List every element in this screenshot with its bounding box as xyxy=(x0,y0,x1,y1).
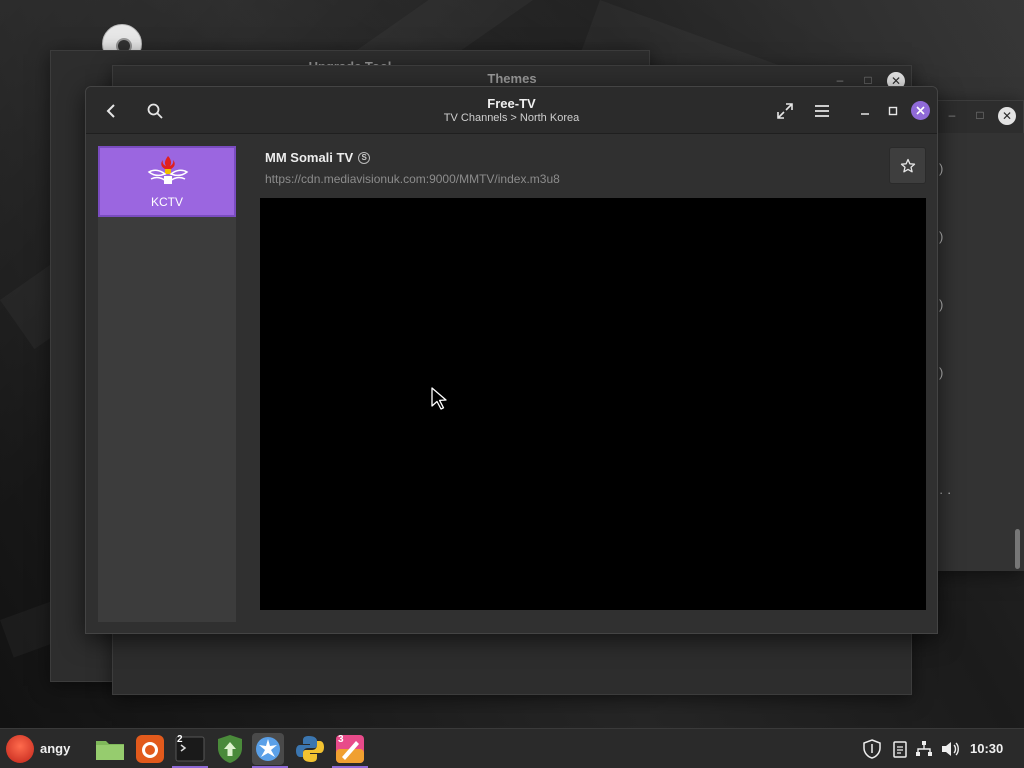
right-window-maximize-button[interactable]: □ xyxy=(973,108,987,122)
volume-tray-icon[interactable] xyxy=(940,739,960,759)
mouse-pointer-icon xyxy=(431,387,447,410)
update-manager-button[interactable] xyxy=(214,733,246,765)
kctv-logo-icon xyxy=(147,156,189,184)
free-tv-icon xyxy=(256,737,280,761)
user-name[interactable]: angy xyxy=(40,741,70,756)
shield-tray-icon[interactable] xyxy=(862,739,882,759)
firefox-app-button[interactable] xyxy=(134,733,166,765)
right-window-close-button[interactable]: ✕ xyxy=(998,107,1016,125)
folder-icon xyxy=(96,741,124,760)
hamburger-menu-icon xyxy=(815,105,829,117)
right-window-row-chevron[interactable]: ) xyxy=(939,229,943,244)
themes-minimize-button[interactable]: – xyxy=(833,73,847,87)
right-window-minimize-button[interactable]: – xyxy=(945,108,959,122)
favorite-button[interactable] xyxy=(889,147,926,184)
channel-title: MM Somali TV S xyxy=(265,150,371,165)
close-icon xyxy=(916,106,925,115)
free-tv-window: Free-TV TV Channels > North Korea KCTV M… xyxy=(85,86,938,634)
right-window-scrollbar[interactable] xyxy=(1015,529,1020,569)
right-background-window[interactable]: – □ ✕ ) ) ) ) · · xyxy=(930,100,1024,571)
free-tv-app-button[interactable] xyxy=(252,733,284,765)
right-window-row-chevron[interactable]: ) xyxy=(939,161,943,176)
clock[interactable]: 10:30 xyxy=(970,741,1003,756)
network-tray-icon[interactable] xyxy=(914,739,934,759)
taskbar: angy 2 3 10:30 xyxy=(0,728,1024,768)
star-icon xyxy=(900,158,915,172)
clipboard-tray-icon[interactable] xyxy=(890,739,910,759)
paint-app-button[interactable]: 3 xyxy=(334,733,366,765)
channel-url: https://cdn.mediavisionuk.com:9000/MMTV/… xyxy=(265,172,560,186)
channel-tile-label: KCTV xyxy=(150,195,183,209)
user-avatar[interactable] xyxy=(6,735,34,763)
firefox-icon xyxy=(136,735,164,763)
python-icon xyxy=(296,736,324,762)
header-bar: Free-TV TV Channels > North Korea xyxy=(86,87,937,134)
right-window-row-chevron[interactable]: ) xyxy=(939,365,943,380)
expand-icon xyxy=(777,103,793,119)
channel-tile-kctv[interactable]: KCTV xyxy=(98,146,236,217)
minimize-icon xyxy=(861,113,869,115)
channel-list: KCTV xyxy=(98,146,236,622)
minimize-button[interactable] xyxy=(852,98,878,124)
files-app-button[interactable] xyxy=(94,733,126,765)
close-button[interactable] xyxy=(911,101,930,120)
maximize-button[interactable] xyxy=(880,98,906,124)
paint-window-count: 3 xyxy=(338,734,344,745)
channel-name: MM Somali TV xyxy=(265,150,354,165)
terminal-window-count: 2 xyxy=(177,734,183,745)
main-menu-button[interactable] xyxy=(809,98,835,124)
python-app-button[interactable] xyxy=(294,733,326,765)
shield-update-icon xyxy=(218,735,242,763)
right-window-row-chevron[interactable]: ) xyxy=(939,297,943,312)
themes-maximize-button[interactable]: □ xyxy=(861,73,875,87)
right-window-more-icon[interactable]: · · xyxy=(939,485,951,500)
maximize-icon xyxy=(888,106,898,116)
fullscreen-button[interactable] xyxy=(772,98,798,124)
terminal-app-button[interactable]: 2 xyxy=(174,733,206,765)
channel-status-badge: S xyxy=(358,151,371,164)
video-player[interactable] xyxy=(260,198,926,610)
